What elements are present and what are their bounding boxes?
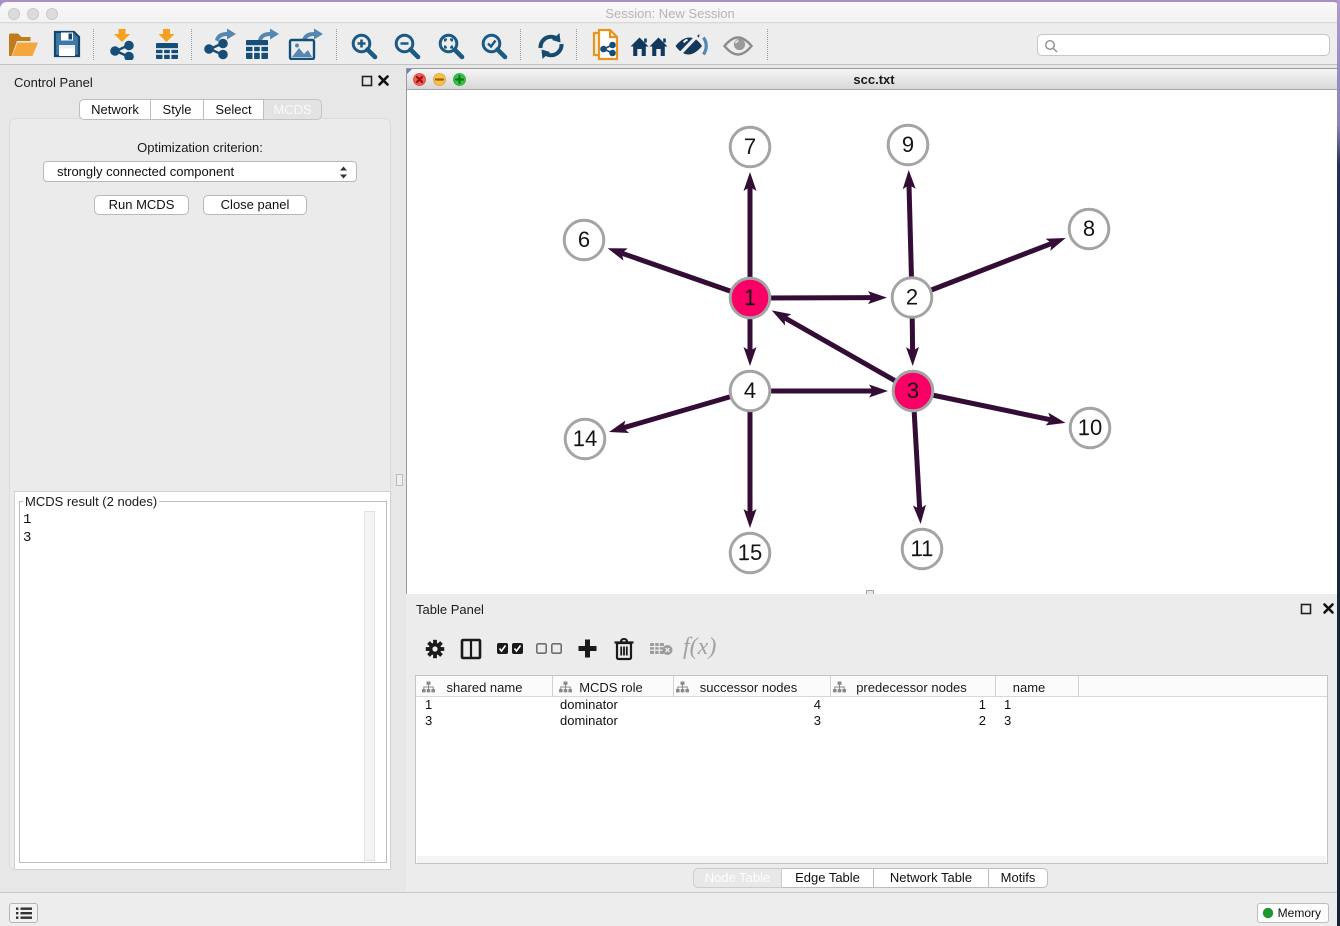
svg-text:10: 10 [1078,415,1102,440]
svg-text:6: 6 [578,227,590,252]
svg-text:3: 3 [907,378,919,403]
svg-text:9: 9 [902,132,914,157]
svg-text:8: 8 [1083,216,1095,241]
svg-text:14: 14 [573,426,597,451]
svg-text:2: 2 [906,285,918,310]
svg-text:7: 7 [744,134,756,159]
svg-text:1: 1 [744,285,756,310]
svg-text:4: 4 [744,378,756,403]
svg-text:15: 15 [738,540,762,565]
svg-text:11: 11 [911,536,934,561]
